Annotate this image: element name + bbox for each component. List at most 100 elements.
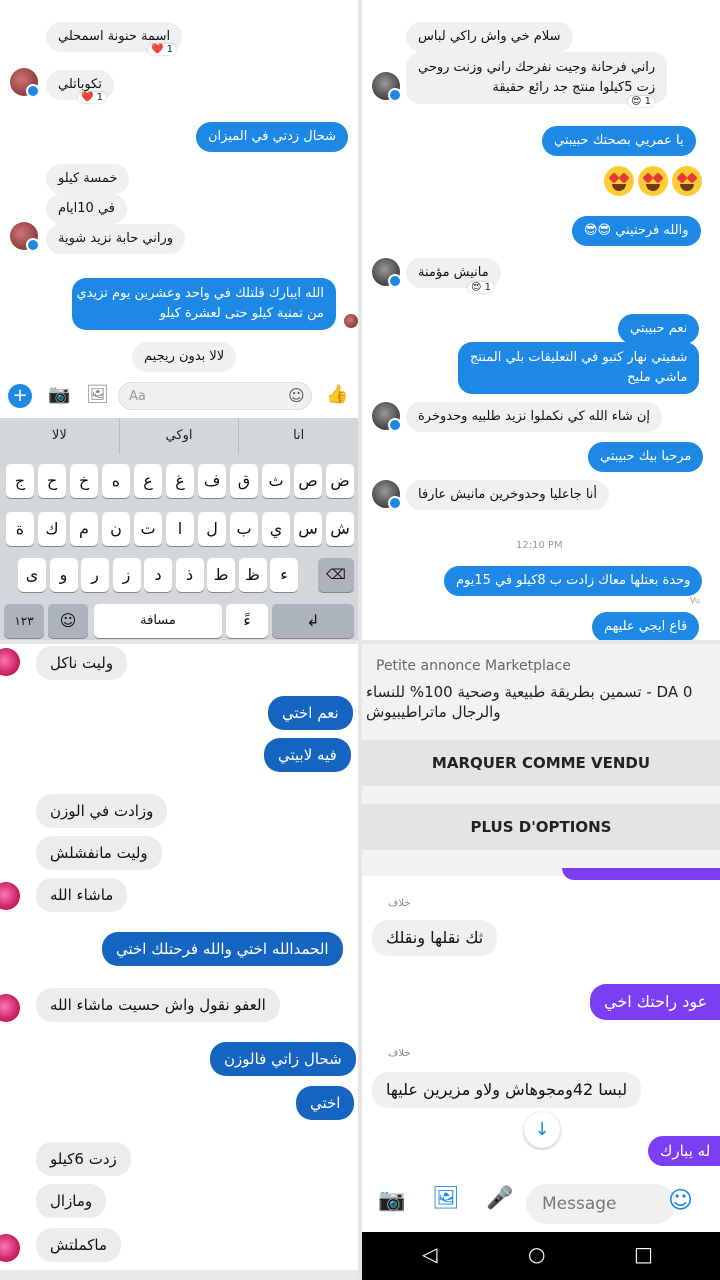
keyboard-key[interactable]: ر <box>81 558 109 592</box>
keyboard-key[interactable]: ظ <box>238 558 267 592</box>
heart-eyes-emoji-icon <box>638 166 668 196</box>
heart-eyes-emoji-icon <box>672 166 702 196</box>
message-incoming: سلام خي واش راكي لباس <box>406 22 573 52</box>
chat-panel-bottom-left: وليت ناكل نعم اختي فيه لابيتي وزادت في ا… <box>0 644 358 1280</box>
message-incoming: خمسة كيلو <box>46 164 130 194</box>
keyboard-key[interactable]: ق <box>230 464 258 498</box>
gallery-icon[interactable]: 🖼 <box>86 384 109 405</box>
keyboard-key[interactable]: ص <box>294 464 322 498</box>
message-incoming: وراني حابة نزيد شوية <box>46 224 186 254</box>
message-incoming-long: راني فرحانة وجيت نفرحك راني وزنت روحي زت… <box>406 52 668 104</box>
gallery-icon[interactable]: 🖼 <box>432 1186 460 1211</box>
keyboard-key[interactable]: ي <box>262 512 290 546</box>
keyboard-key[interactable]: ذ <box>175 558 204 592</box>
online-dot <box>26 238 40 252</box>
emoji-key[interactable]: ☺ <box>48 604 88 638</box>
keyboard-key[interactable]: م <box>70 512 98 546</box>
seen-avatar <box>344 314 358 328</box>
hamza-key[interactable]: ءً <box>226 604 268 638</box>
message-outgoing: شحال زدتي في الميزان <box>196 122 349 152</box>
home-icon[interactable]: ○ <box>528 1242 545 1266</box>
keyboard-key[interactable]: ت <box>134 512 162 546</box>
keyboard-key[interactable]: و <box>49 558 78 592</box>
emoji-icon[interactable]: ☺ <box>668 1186 693 1214</box>
keyboard-key[interactable]: ث <box>262 464 290 498</box>
reaction-badge: 😍 1 <box>468 282 494 293</box>
keyboard-key[interactable]: ة <box>6 512 34 546</box>
seen-label: Vu <box>690 596 700 605</box>
numbers-key[interactable]: ١٢٣ <box>4 604 44 638</box>
keyboard-key[interactable]: س <box>294 512 322 546</box>
more-options-button[interactable]: PLUS D'OPTIONS <box>362 804 720 850</box>
keyboard-key[interactable]: ل <box>198 512 226 546</box>
microphone-icon[interactable]: 🎤 <box>486 1186 513 1211</box>
message-line: من تمنية كيلو حتى لعشرة كيلو <box>159 306 324 321</box>
keyboard-key[interactable]: ف <box>198 464 226 498</box>
message-outgoing: عود راحتك اخي <box>590 984 720 1020</box>
android-nav-bar: ◁ ○ □ <box>362 1232 720 1280</box>
keyboard-key[interactable]: ه <box>102 464 130 498</box>
camera-icon[interactable]: 📷 <box>378 1188 405 1213</box>
composer-bar: 📷 🖼 🎤 Message ☺ <box>362 1172 720 1232</box>
keyboard-key[interactable]: ا <box>166 512 194 546</box>
keyboard-key[interactable]: ى <box>18 558 46 592</box>
keyboard-key[interactable]: ب <box>230 512 258 546</box>
timestamp: 12:10 PM <box>516 540 563 551</box>
keyboard-key[interactable]: غ <box>166 464 194 498</box>
keyboard-key[interactable]: ض <box>326 464 354 498</box>
message-line: راني فرحانة وجيت نفرحك راني وزنت روحي <box>418 60 656 75</box>
keyboard-key[interactable]: ء <box>270 558 298 592</box>
space-key[interactable]: مسافة <box>94 604 222 638</box>
keyboard-key[interactable]: ج <box>6 464 34 498</box>
message-incoming: وزادت في الوزن <box>36 794 168 828</box>
message-incoming: ماكملتش <box>36 1228 122 1262</box>
message-incoming: وليت ناكل <box>36 646 128 680</box>
message-outgoing: شحال زاتي فالوزن <box>210 1042 356 1076</box>
reaction-badge: 😍 1 <box>628 96 654 107</box>
keyboard-key[interactable]: ك <box>38 512 66 546</box>
keyboard-key[interactable]: ز <box>112 558 141 592</box>
online-dot <box>388 418 402 432</box>
message-line: الله ايبارك قلتلك في واحد وعشرين يوم تزي… <box>76 286 325 301</box>
suggestion-item[interactable]: لالا <box>0 418 120 454</box>
message-incoming: ماشاء الله <box>36 878 128 912</box>
keyboard-key[interactable]: ط <box>207 558 235 592</box>
keyboard-key[interactable]: خ <box>70 464 98 498</box>
avatar <box>0 882 20 910</box>
keyboard: لالا اوكي انا ضصثقفغعهخحج شسيبلاتنمكة ءظ… <box>0 418 358 640</box>
emoji-icon[interactable]: ☺ <box>288 386 305 405</box>
recents-icon[interactable]: □ <box>634 1242 653 1266</box>
message-outgoing-edge <box>562 868 720 880</box>
scroll-down-icon[interactable]: ↓ <box>524 1112 560 1148</box>
keyboard-key[interactable]: ش <box>326 512 354 546</box>
suggestion-item[interactable]: اوكي <box>120 418 240 454</box>
return-key[interactable]: ↲ <box>272 604 354 638</box>
message-input[interactable]: Aa <box>118 382 312 410</box>
mark-sold-button[interactable]: MARQUER COMME VENDU <box>362 740 720 786</box>
keyboard-key[interactable]: ن <box>102 512 130 546</box>
keyboard-key[interactable]: ح <box>38 464 66 498</box>
plus-icon[interactable]: + <box>8 384 32 408</box>
message-outgoing: قاع ايجي عليهم <box>592 612 700 640</box>
chat-panel-bottom-right: Petite annonce Marketplace 0 DA - تسمين … <box>362 644 720 1280</box>
keyboard-key[interactable]: ع <box>134 464 162 498</box>
message-incoming: العفو نقول واش حسيت ماشاء الله <box>36 988 280 1022</box>
back-icon[interactable]: ◁ <box>422 1242 437 1266</box>
camera-icon[interactable]: 📷 <box>48 384 70 405</box>
online-dot <box>388 496 402 510</box>
online-dot <box>388 274 402 288</box>
reaction-badge: ❤️ 1 <box>148 44 176 55</box>
message-outgoing-long: شفيتي نهار كتبو في التعليقات بلي المنتج … <box>458 342 700 394</box>
message-outgoing: يا عمريي بصحتك حبيبتي <box>542 126 696 156</box>
message-incoming: لالا بدون ريجيم <box>132 342 237 372</box>
suggestion-item[interactable]: انا <box>239 418 358 454</box>
message-input[interactable]: Message <box>526 1184 676 1224</box>
like-icon[interactable]: 👍 <box>326 384 348 405</box>
backspace-key[interactable]: ⌫ <box>318 558 354 592</box>
bottom-bar <box>0 1270 358 1280</box>
keyboard-key[interactable]: د <box>144 558 172 592</box>
message-outgoing: مرحبا بيك حبيبتي <box>588 442 704 472</box>
reaction-badge: ❤️ 1 <box>78 92 106 103</box>
avatar <box>0 994 20 1022</box>
message-outgoing: له يبارك <box>648 1136 720 1166</box>
